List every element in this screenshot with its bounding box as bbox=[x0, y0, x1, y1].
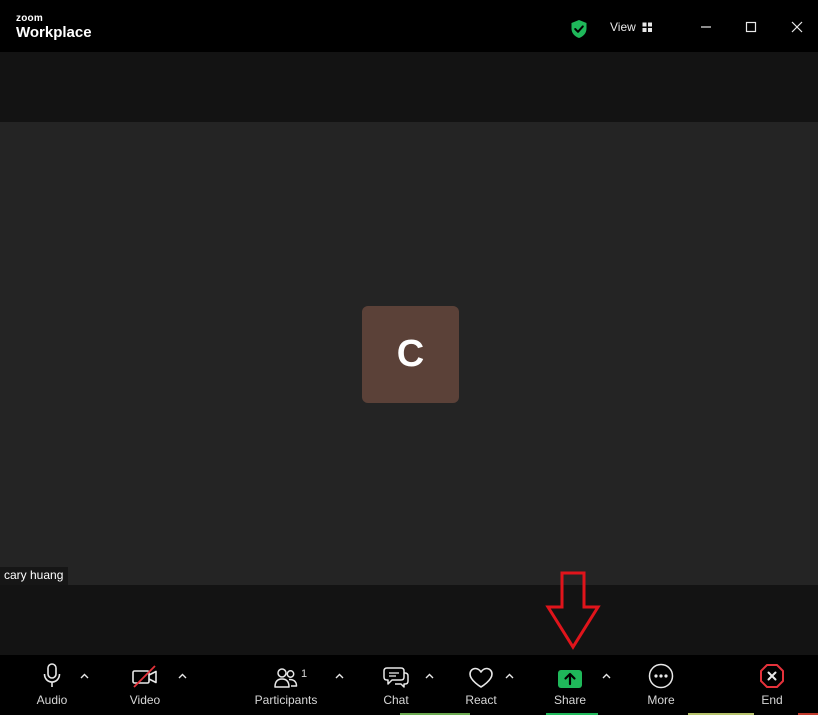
end-meeting-button[interactable]: End bbox=[754, 655, 790, 715]
brand-bottom-text: Workplace bbox=[16, 24, 92, 41]
participants-label: Participants bbox=[254, 693, 318, 707]
end-meeting-icon bbox=[760, 664, 784, 688]
microphone-icon bbox=[43, 663, 61, 687]
participants-button[interactable]: Participants bbox=[252, 655, 320, 715]
participants-count-badge: 1 bbox=[301, 668, 308, 680]
avatar: C bbox=[362, 306, 459, 403]
view-button[interactable]: View bbox=[602, 16, 661, 38]
video-button[interactable]: Video bbox=[124, 655, 166, 715]
more-button[interactable]: More bbox=[642, 655, 680, 715]
react-options-caret[interactable] bbox=[502, 669, 516, 683]
participant-name-tag: cary huang bbox=[0, 567, 69, 585]
maximize-icon bbox=[745, 21, 757, 33]
video-label: Video bbox=[129, 693, 161, 707]
zoom-meeting-window: zoom Workplace View C cary huang Audio V… bbox=[0, 0, 818, 715]
chevron-up-icon bbox=[505, 673, 513, 679]
video-options-caret[interactable] bbox=[175, 669, 189, 683]
more-dots-icon bbox=[648, 663, 674, 689]
app-logo: zoom Workplace bbox=[16, 14, 92, 42]
chat-options-caret[interactable] bbox=[422, 669, 436, 683]
meeting-toolbar: Audio Video Participants 1 Chat React Sh… bbox=[0, 655, 818, 715]
audio-options-caret[interactable] bbox=[77, 669, 91, 683]
chevron-up-icon bbox=[425, 673, 433, 679]
maximize-button[interactable] bbox=[738, 14, 764, 40]
chevron-up-icon bbox=[335, 673, 343, 679]
video-strip-top bbox=[0, 52, 818, 122]
audio-label: Audio bbox=[36, 693, 68, 707]
brand-top-text: zoom bbox=[16, 13, 43, 24]
participant-video-tile[interactable]: C cary huang bbox=[0, 122, 818, 585]
chevron-up-icon bbox=[602, 673, 610, 679]
participants-options-caret[interactable] bbox=[332, 669, 346, 683]
share-label: Share bbox=[553, 693, 587, 707]
heart-icon bbox=[469, 667, 493, 688]
participants-icon bbox=[274, 668, 298, 688]
minimize-icon bbox=[701, 26, 711, 28]
minimize-button[interactable] bbox=[693, 14, 719, 40]
audio-button[interactable]: Audio bbox=[32, 655, 72, 715]
video-off-icon bbox=[132, 665, 157, 688]
react-button[interactable]: React bbox=[460, 655, 502, 715]
chat-icon bbox=[383, 667, 409, 688]
close-window-button[interactable] bbox=[784, 14, 810, 40]
chevron-up-icon bbox=[178, 673, 186, 679]
close-icon bbox=[791, 21, 803, 33]
grid-view-icon bbox=[642, 22, 652, 32]
share-button[interactable]: Share bbox=[550, 655, 590, 715]
more-label: More bbox=[647, 693, 675, 707]
share-options-caret[interactable] bbox=[599, 669, 613, 683]
end-label: End bbox=[761, 693, 783, 707]
title-bar: zoom Workplace View bbox=[0, 0, 818, 52]
red-down-arrow-annotation bbox=[545, 571, 601, 650]
chat-label: Chat bbox=[383, 693, 409, 707]
view-label: View bbox=[610, 20, 636, 34]
react-label: React bbox=[465, 693, 497, 707]
chat-button[interactable]: Chat bbox=[377, 655, 415, 715]
video-strip-bottom bbox=[0, 585, 818, 655]
share-screen-icon bbox=[558, 670, 582, 688]
security-shield-icon[interactable] bbox=[570, 19, 588, 39]
chevron-up-icon bbox=[80, 673, 88, 679]
